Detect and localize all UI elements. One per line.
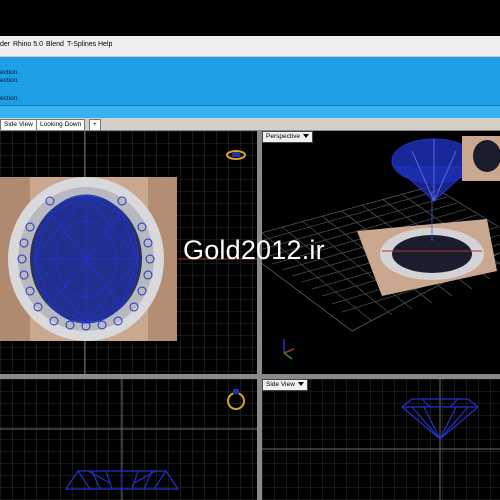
ring-photo-perspective <box>357 219 497 296</box>
top-blank-area <box>0 0 500 36</box>
command-line-3: ection. <box>0 95 20 102</box>
command-input[interactable] <box>0 105 500 118</box>
side-view-label-text: Side View <box>266 381 295 388</box>
watermark-text: Gold2012.ir <box>183 235 325 265</box>
side-view-viewport-label[interactable]: Side View <box>262 379 308 391</box>
gem-wireframe-top <box>33 194 139 324</box>
horizontal-splitter[interactable] <box>0 374 500 379</box>
vertical-splitter[interactable] <box>257 131 262 500</box>
tab-add[interactable]: + <box>89 119 101 130</box>
menu-item-der[interactable]: der <box>0 41 10 48</box>
viewport-front[interactable] <box>0 379 257 500</box>
perspective-label-text: Perspective <box>266 133 300 140</box>
photo-corner <box>462 136 500 181</box>
axis-gizmo-icon <box>283 339 295 360</box>
side-view-scene <box>262 379 500 500</box>
command-line-2: ection. <box>0 77 20 84</box>
chevron-down-icon <box>302 134 309 139</box>
menu-item-blend[interactable]: Blend <box>46 41 64 48</box>
tab-side-view[interactable]: Side View <box>0 119 37 130</box>
menu-item-tsplines[interactable]: T-Splines <box>67 41 96 48</box>
viewport-side-view[interactable]: Side View <box>262 379 500 500</box>
viewport-area: Perspective Side View <box>0 131 500 500</box>
menu-item-rhino[interactable]: Rhino 5.0 <box>13 41 43 48</box>
command-history: ection. ection. ection. <box>0 57 500 105</box>
tab-looking-down[interactable]: Looking Down <box>36 119 86 130</box>
menu-bar: der Rhino 5.0 Blend T-Splines Help <box>0 36 500 57</box>
perspective-viewport-label[interactable]: Perspective <box>262 131 313 143</box>
menu-item-help[interactable]: Help <box>98 41 112 48</box>
chevron-down-icon <box>297 382 304 387</box>
command-line-1: ection. <box>0 69 20 76</box>
front-scene <box>0 379 257 500</box>
viewport-tab-bar: Side View Looking Down + <box>0 118 500 131</box>
